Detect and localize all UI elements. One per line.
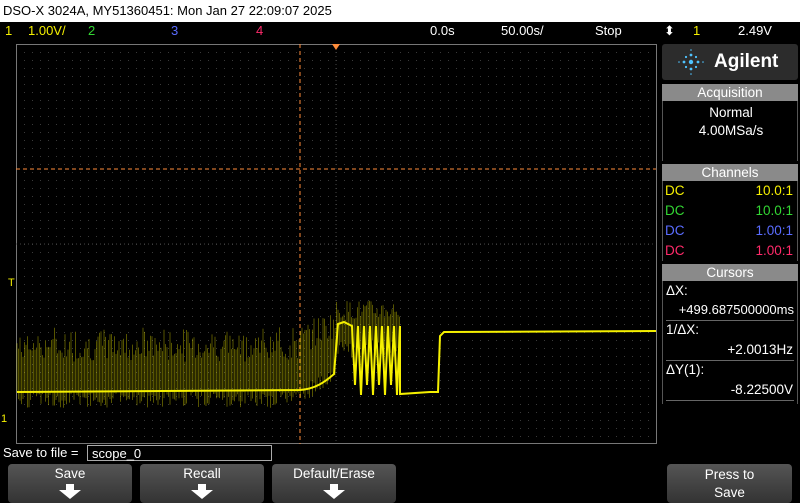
- brand-logo: Agilent: [662, 44, 798, 80]
- divider: [666, 320, 794, 321]
- cursor-dx-label: ΔX:: [666, 283, 688, 298]
- save-filename-field[interactable]: scope_0: [87, 445, 272, 461]
- ch1-number[interactable]: 1: [5, 22, 12, 40]
- sample-rate: 4.00MSa/s: [698, 123, 764, 138]
- waveform-display[interactable]: T 1: [0, 40, 660, 444]
- ch3-probe: 1.00:1: [755, 223, 793, 238]
- graticule-svg: T 1: [1, 44, 657, 444]
- trigger-level-marker: T: [8, 277, 15, 289]
- agilent-spark-icon: [678, 49, 704, 75]
- save-file-row: Save to file = scope_0: [0, 444, 800, 464]
- run-state[interactable]: Stop: [595, 22, 622, 40]
- divider: [666, 400, 794, 401]
- trigger-source[interactable]: 1: [693, 22, 700, 40]
- down-arrow-icon: [323, 484, 345, 499]
- default-erase-softkey[interactable]: Default/Erase: [272, 464, 396, 503]
- time-scale[interactable]: 50.00s/: [501, 22, 544, 40]
- trigger-level[interactable]: 2.49V: [738, 22, 772, 40]
- recall-softkey[interactable]: Recall: [140, 464, 264, 503]
- status-bar: 1 1.00V/ 2 3 4 0.0s 50.00s/ Stop ⬍ 1 2.4…: [0, 22, 800, 40]
- ch3-coupling: DC: [665, 223, 685, 238]
- divider: [666, 360, 794, 361]
- cursors-header: Cursors: [662, 264, 798, 281]
- ch2-coupling: DC: [665, 203, 685, 218]
- cursors-box: ΔX: +499.687500000ms 1/ΔX: +2.0013Hz ΔY(…: [662, 281, 798, 404]
- save-softkey-label: Save: [54, 466, 86, 481]
- cursor-dy-value: -8.22500V: [730, 382, 793, 397]
- window-title: DSO-X 3024A, MY51360451: Mon Jan 27 22:0…: [0, 0, 800, 22]
- trigger-slope-icon: ⬍: [664, 23, 675, 38]
- default-erase-softkey-label: Default/Erase: [293, 466, 375, 481]
- channels-header: Channels: [662, 164, 798, 181]
- time-offset[interactable]: 0.0s: [430, 22, 455, 40]
- ch2-number[interactable]: 2: [88, 22, 95, 40]
- cursor-inv-dx-label: 1/ΔX:: [666, 322, 700, 337]
- ch4-number[interactable]: 4: [256, 22, 263, 40]
- save-softkey[interactable]: Save: [8, 464, 132, 503]
- press-to-save-label-line1: Press to: [704, 467, 755, 482]
- info-panel: Agilent Acquisition Normal 4.00MSa/s Cha…: [660, 44, 800, 444]
- ch1-ground-marker: 1: [1, 413, 7, 425]
- acquisition-box: Normal 4.00MSa/s: [662, 101, 798, 161]
- ch1-scale[interactable]: 1.00V/: [28, 22, 66, 40]
- cursor-dy-label: ΔY(1):: [666, 362, 705, 377]
- save-file-label: Save to file =: [3, 445, 79, 460]
- down-arrow-icon: [191, 484, 213, 499]
- acquisition-mode: Normal: [709, 105, 753, 120]
- brand-name: Agilent: [714, 51, 779, 72]
- acquisition-header: Acquisition: [662, 84, 798, 101]
- recall-softkey-label: Recall: [183, 466, 221, 481]
- ch1-probe: 10.0:1: [755, 183, 793, 198]
- ch4-probe: 1.00:1: [755, 243, 793, 258]
- cursor-dx-value: +499.687500000ms: [678, 302, 794, 317]
- channels-box: DC 10.0:1 DC 10.0:1 DC 1.00:1 DC 1.00:1: [662, 181, 798, 261]
- press-to-save-softkey[interactable]: Press to Save: [667, 464, 792, 503]
- press-to-save-label-line2: Save: [714, 485, 745, 500]
- cursor-inv-dx-value: +2.0013Hz: [727, 342, 793, 357]
- ch3-number[interactable]: 3: [171, 22, 178, 40]
- ch1-coupling: DC: [665, 183, 685, 198]
- ch2-probe: 10.0:1: [755, 203, 793, 218]
- ch4-coupling: DC: [665, 243, 685, 258]
- down-arrow-icon: [59, 484, 81, 499]
